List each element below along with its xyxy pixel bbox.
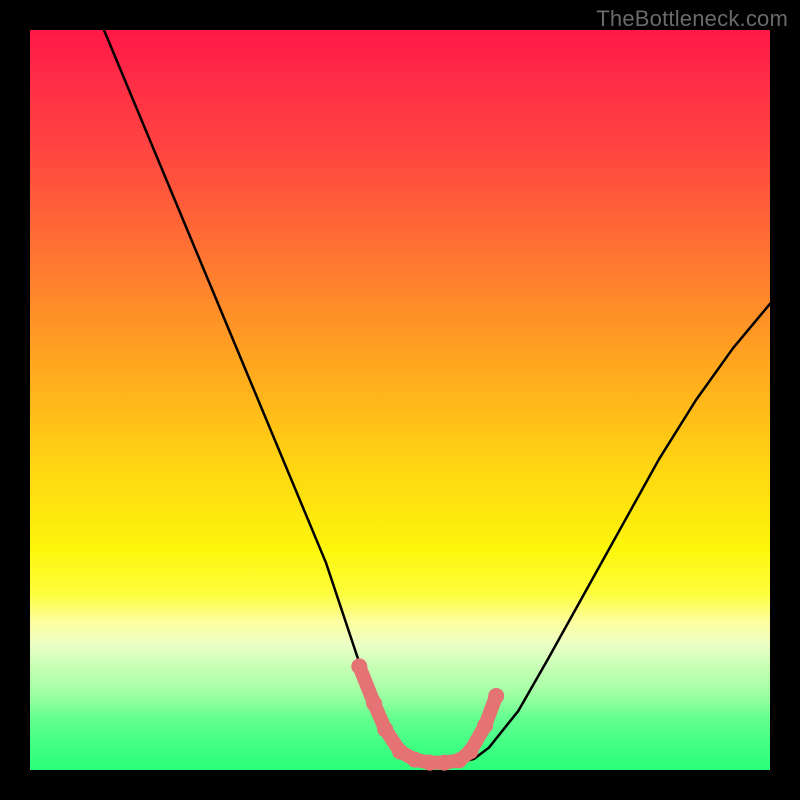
chart-frame: TheBottleneck.com [0,0,800,800]
curve-marker [392,744,408,760]
curve-marker [422,755,438,771]
curve-marker [462,744,478,760]
bottleneck-curve [104,30,770,763]
curve-marker [377,721,393,737]
curve-marker [488,688,504,704]
curve-layer [30,30,770,770]
curve-marker [351,658,367,674]
plot-area [30,30,770,770]
curve-marker [407,752,423,768]
curve-marker [436,755,452,771]
curve-marker [366,695,382,711]
curve-marker [477,718,493,734]
watermark-text: TheBottleneck.com [596,6,788,32]
